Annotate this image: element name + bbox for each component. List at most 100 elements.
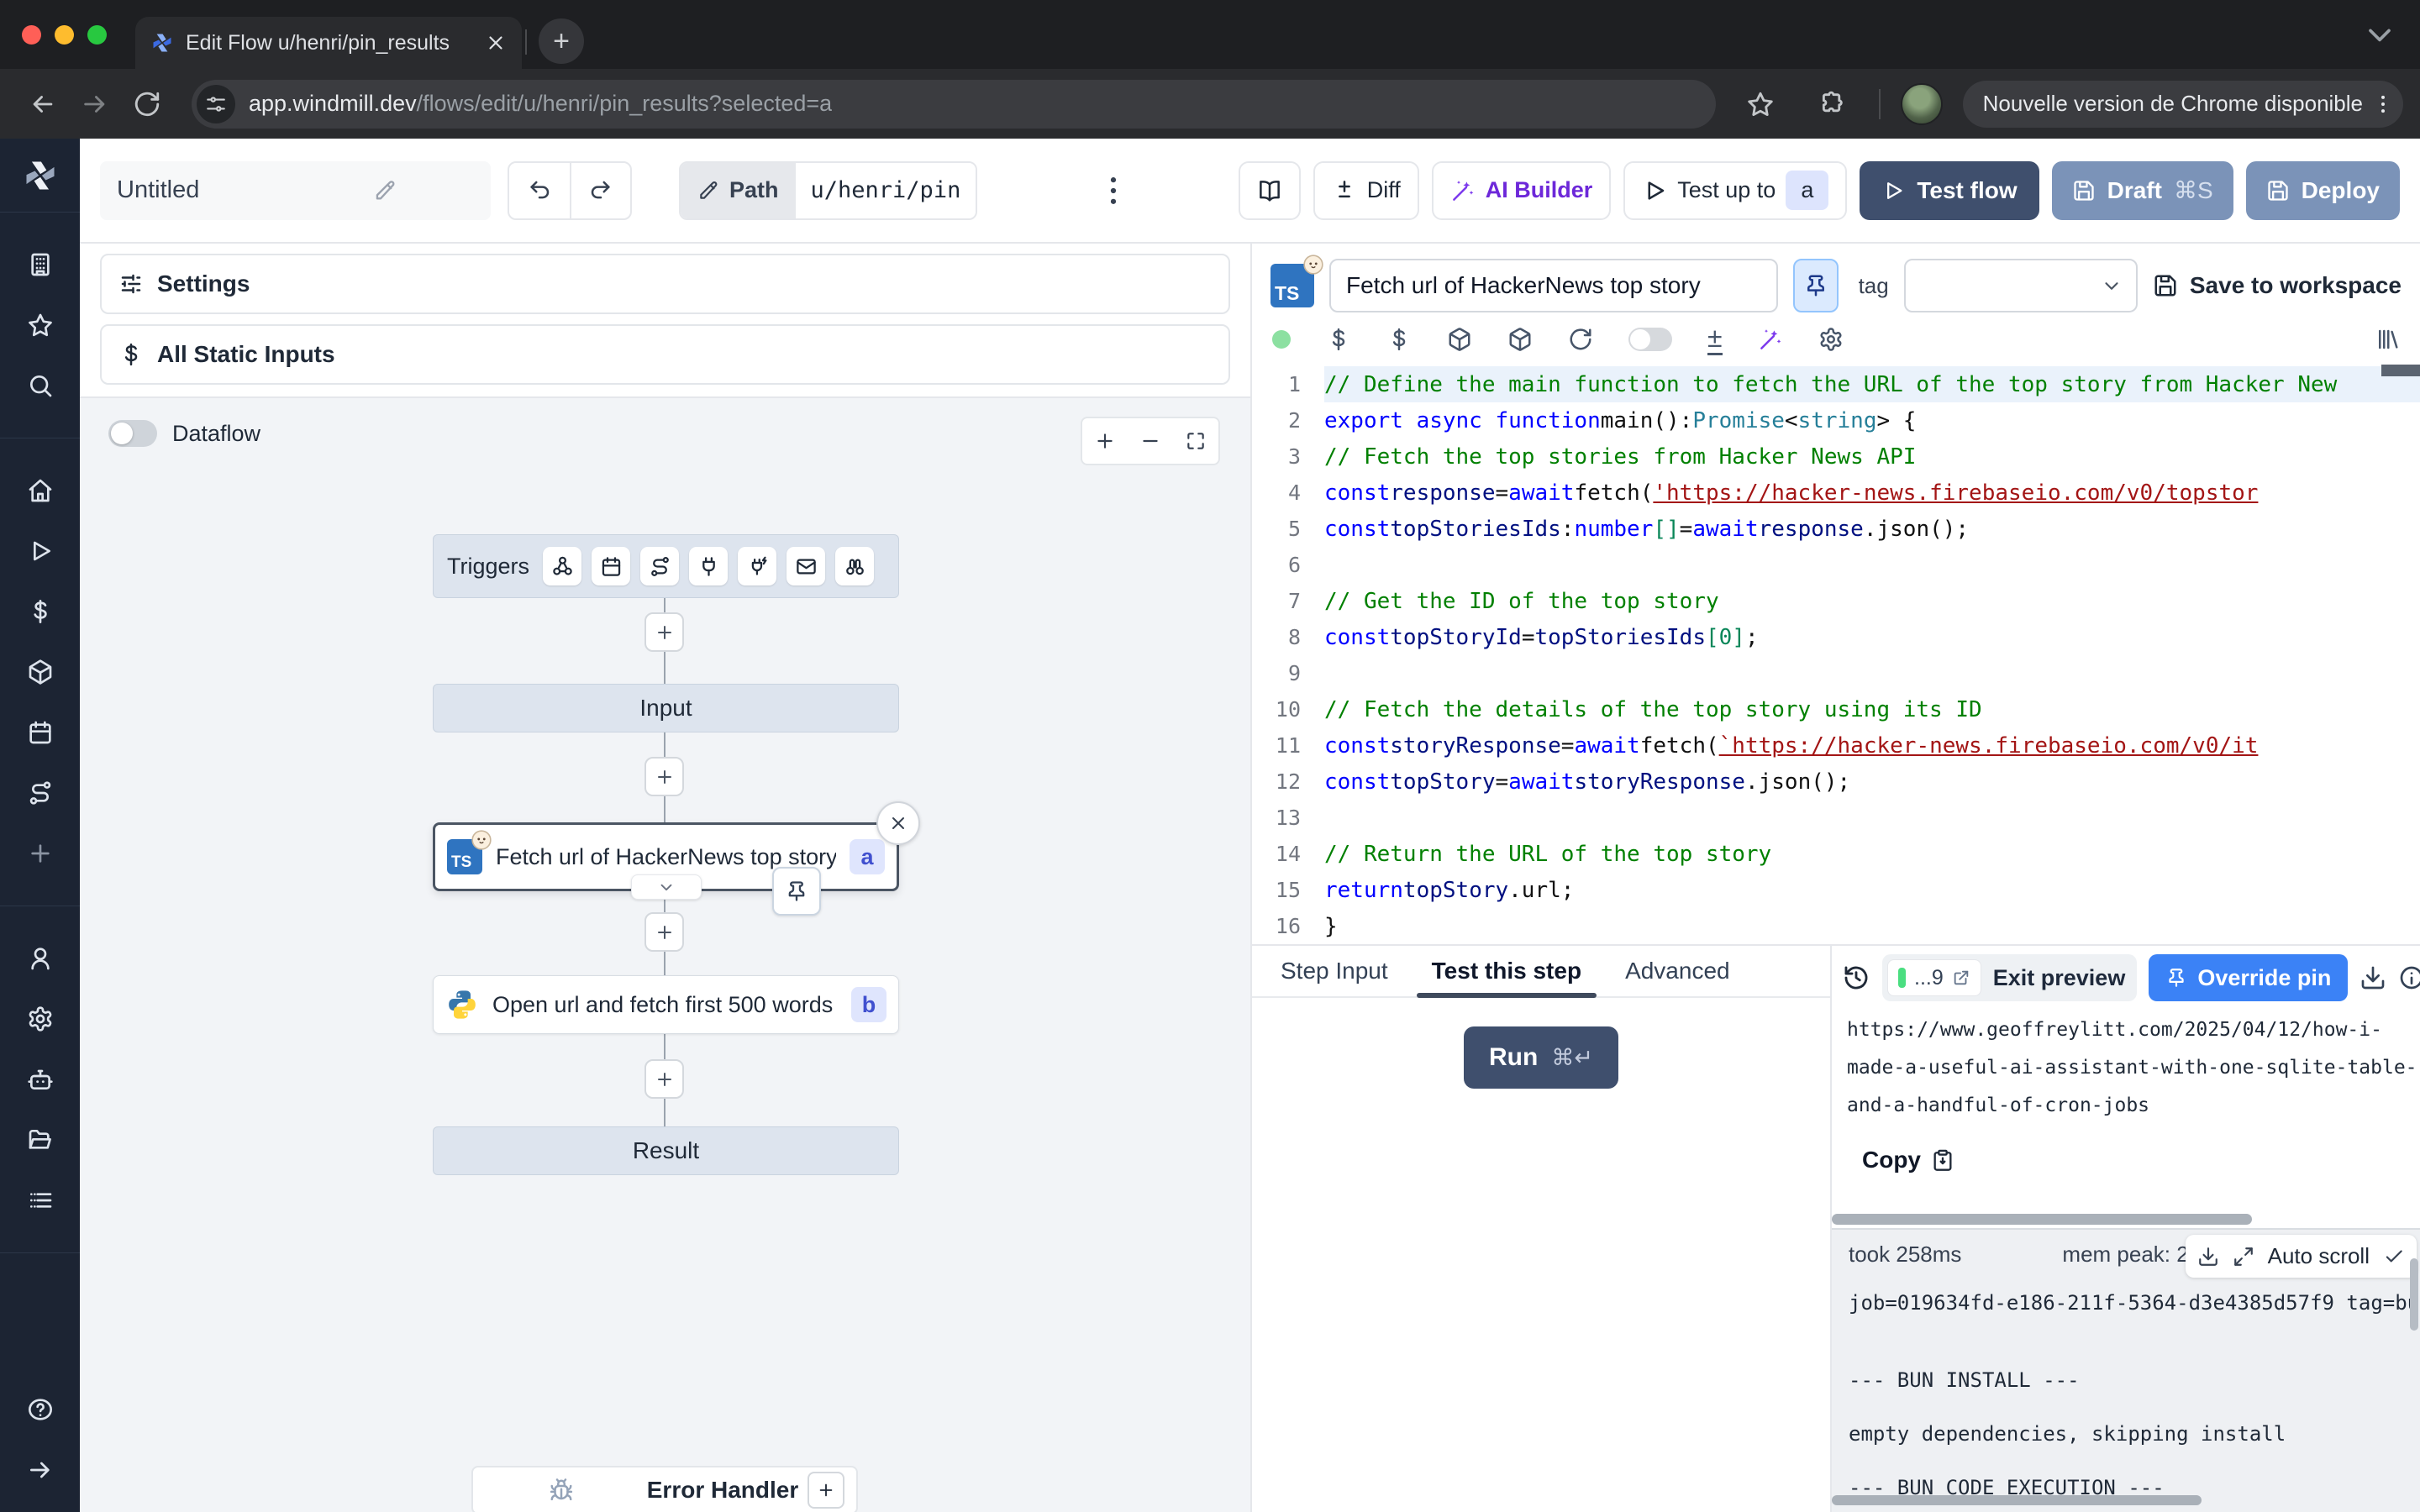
window-controls[interactable]: [0, 25, 107, 45]
windmill-logo[interactable]: [0, 139, 80, 213]
add-step-button[interactable]: [644, 612, 684, 652]
static-inputs-row[interactable]: All Static Inputs: [100, 324, 1230, 385]
tab-advanced[interactable]: Advanced: [1603, 946, 1752, 996]
deploy-button[interactable]: Deploy: [2246, 161, 2400, 220]
result-hscrollbar[interactable]: [1832, 1214, 2252, 1225]
editor-settings-icon[interactable]: [1818, 327, 1844, 352]
package-icon[interactable]: [1507, 327, 1533, 352]
exit-preview-button[interactable]: Exit preview: [1993, 965, 2126, 991]
pin-step-button[interactable]: [772, 867, 821, 916]
forward-icon[interactable]: [81, 90, 109, 118]
pin-active-button[interactable]: [1793, 259, 1838, 312]
flow-name-input[interactable]: Untitled: [100, 161, 491, 220]
resources-icon[interactable]: [1386, 327, 1412, 352]
history-icon[interactable]: [1842, 963, 1870, 992]
code-editor[interactable]: 1// Define the main function to fetch th…: [1252, 363, 2420, 944]
bookmark-star-icon[interactable]: [1746, 90, 1775, 118]
tab-close-icon[interactable]: [485, 32, 507, 54]
flow-graph[interactable]: Dataflow Triggers Input: [80, 396, 1250, 1512]
more-options-icon[interactable]: [1095, 165, 1132, 216]
sidebar-item-search[interactable]: [0, 355, 80, 416]
fit-view-button[interactable]: [1173, 418, 1218, 464]
run-button[interactable]: Run ⌘↵: [1464, 1026, 1618, 1089]
sidebar-item-audit-logs[interactable]: [0, 1170, 80, 1231]
reload-deps-icon[interactable]: [1568, 327, 1593, 352]
new-tab-button[interactable]: +: [539, 18, 584, 64]
variables-icon[interactable]: [1326, 327, 1351, 352]
maximize-window-button[interactable]: [87, 25, 107, 45]
browser-menu-icon[interactable]: [2371, 92, 2395, 116]
sidebar-item-http-routes[interactable]: [0, 763, 80, 823]
step-node-b[interactable]: Open url and fetch first 500 words of ..…: [433, 975, 899, 1034]
draft-button[interactable]: Draft ⌘S: [2052, 161, 2233, 220]
sidebar-item-expand-sidebar[interactable]: [0, 1440, 80, 1500]
flow-settings-row[interactable]: Settings: [100, 254, 1230, 314]
tag-select[interactable]: [1904, 259, 2138, 312]
undo-button[interactable]: [509, 163, 570, 218]
sidebar-item-settings[interactable]: [0, 989, 80, 1049]
reload-icon[interactable]: [133, 90, 161, 118]
path-button[interactable]: Path u/henri/pin: [679, 161, 977, 220]
test-up-to-button[interactable]: Test up to a: [1623, 161, 1847, 220]
browser-tab[interactable]: Edit Flow u/henri/pin_results: [135, 17, 522, 69]
extensions-icon[interactable]: [1818, 90, 1847, 118]
triggers-node[interactable]: Triggers: [433, 534, 899, 598]
close-window-button[interactable]: [22, 25, 41, 45]
site-settings-icon[interactable]: [197, 85, 235, 123]
external-link-icon[interactable]: [1952, 969, 1970, 987]
minimize-window-button[interactable]: [55, 25, 74, 45]
zoom-out-button[interactable]: [1128, 418, 1173, 464]
sidebar-item-help[interactable]: [0, 1379, 80, 1440]
override-pin-button[interactable]: Override pin: [2149, 954, 2348, 1001]
step-node-a[interactable]: TS Fetch url of HackerNews top story a: [433, 822, 899, 891]
path-edit-section[interactable]: Path: [681, 163, 796, 218]
add-step-button[interactable]: [644, 912, 684, 952]
remove-step-button[interactable]: [876, 801, 920, 845]
sidebar-item-favorites[interactable]: [0, 295, 80, 355]
input-node[interactable]: Input: [433, 684, 899, 732]
redo-button[interactable]: [570, 163, 630, 218]
library-icon[interactable]: [2375, 327, 2400, 352]
sidebar-item-workers[interactable]: [0, 1049, 80, 1110]
address-bar[interactable]: app.windmill.dev/flows/edit/u/henri/pin_…: [192, 80, 1716, 129]
tab-step-input[interactable]: Step Input: [1259, 946, 1410, 996]
download-result-icon[interactable]: [2360, 964, 2386, 991]
websocket-trigger-icon[interactable]: [689, 547, 728, 585]
diff-button[interactable]: Diff: [1313, 161, 1419, 220]
email-trigger-icon[interactable]: [786, 547, 825, 585]
tab-test-this-step[interactable]: Test this step: [1410, 946, 1603, 996]
error-handler-node[interactable]: Error Handler: [471, 1466, 858, 1512]
step-title-input[interactable]: Fetch url of HackerNews top story: [1329, 259, 1778, 312]
sidebar-item-resources[interactable]: [0, 642, 80, 702]
diff-mode-icon[interactable]: ±: [1707, 324, 1723, 355]
test-flow-button[interactable]: Test flow: [1860, 161, 2039, 220]
package-icon[interactable]: [1447, 327, 1472, 352]
sidebar-item-create[interactable]: [0, 823, 80, 884]
profile-avatar[interactable]: [1901, 83, 1943, 125]
info-icon[interactable]: [2398, 964, 2420, 991]
log-vscrollbar[interactable]: [2410, 1258, 2418, 1331]
editor-toggle[interactable]: [1628, 328, 1672, 351]
kafka-trigger-icon[interactable]: [738, 547, 776, 585]
download-logs-icon[interactable]: [2197, 1246, 2219, 1268]
back-icon[interactable]: [29, 90, 57, 118]
sidebar-item-users[interactable]: [0, 928, 80, 989]
dataflow-toggle[interactable]: [108, 420, 157, 447]
copy-button[interactable]: Copy: [1862, 1147, 2420, 1173]
result-node[interactable]: Result: [433, 1126, 899, 1175]
check-icon[interactable]: [2383, 1246, 2405, 1268]
http-route-trigger-icon[interactable]: [640, 547, 679, 585]
add-step-button[interactable]: [644, 757, 684, 796]
expand-step-button[interactable]: [631, 874, 702, 900]
log-hscrollbar[interactable]: [1832, 1495, 2202, 1505]
poll-trigger-icon[interactable]: [835, 547, 874, 585]
sidebar-item-schedules[interactable]: [0, 702, 80, 763]
webhook-trigger-icon[interactable]: [543, 547, 581, 585]
save-to-workspace-button[interactable]: Save to workspace: [2153, 272, 2402, 299]
expand-logs-icon[interactable]: [2233, 1246, 2254, 1268]
schedule-trigger-icon[interactable]: [592, 547, 630, 585]
sidebar-item-runs[interactable]: [0, 521, 80, 581]
add-step-button[interactable]: [644, 1059, 684, 1099]
tab-search-chevron-icon[interactable]: [2361, 16, 2398, 53]
sidebar-item-variables[interactable]: [0, 581, 80, 642]
